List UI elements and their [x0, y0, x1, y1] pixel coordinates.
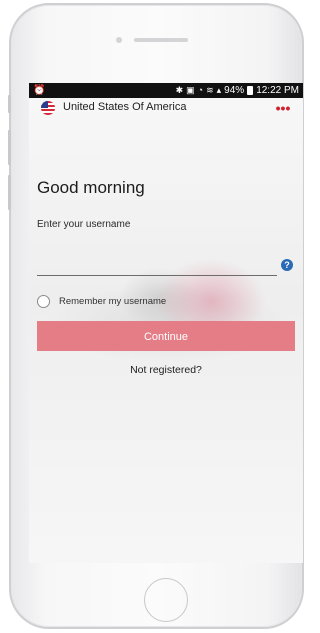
- alarm-icon: ⏰: [33, 85, 46, 96]
- alarm-clock-icon: ◔: [197, 85, 204, 95]
- country-selector[interactable]: United States Of America •••: [29, 98, 303, 118]
- volume-down-button: [8, 175, 11, 210]
- username-label: Enter your username: [37, 219, 131, 230]
- battery-icon: [247, 86, 254, 95]
- volume-up-button: [8, 130, 11, 165]
- username-input[interactable]: [37, 253, 277, 276]
- greeting-title: Good morning: [37, 178, 145, 197]
- country-name: United States Of America: [63, 101, 187, 113]
- wifi-calling-icon: ≋: [206, 85, 214, 95]
- not-registered-link[interactable]: Not registered?: [29, 364, 303, 376]
- remember-username-radio[interactable]: [37, 295, 50, 308]
- app-screen: ⏰ ✱ ▣ ◔ ≋ ▴ 94% 12:22 PM United States O…: [29, 83, 303, 563]
- nfc-icon: ▣: [186, 85, 195, 95]
- mute-switch: [8, 95, 11, 113]
- front-camera: [116, 37, 122, 43]
- status-time: 12:22 PM: [256, 85, 299, 96]
- more-options-button[interactable]: •••: [274, 100, 292, 116]
- continue-button[interactable]: Continue: [37, 321, 295, 351]
- us-flag-icon: [41, 101, 55, 115]
- battery-percent: 94%: [224, 85, 245, 96]
- signal-icon: ▴: [216, 85, 222, 95]
- status-bar: ⏰ ✱ ▣ ◔ ≋ ▴ 94% 12:22 PM: [29, 83, 303, 98]
- earpiece-speaker: [134, 38, 188, 42]
- bluetooth-icon: ✱: [175, 85, 184, 95]
- home-button[interactable]: [144, 578, 188, 622]
- remember-username-label[interactable]: Remember my username: [59, 296, 166, 307]
- help-icon[interactable]: ?: [281, 259, 293, 271]
